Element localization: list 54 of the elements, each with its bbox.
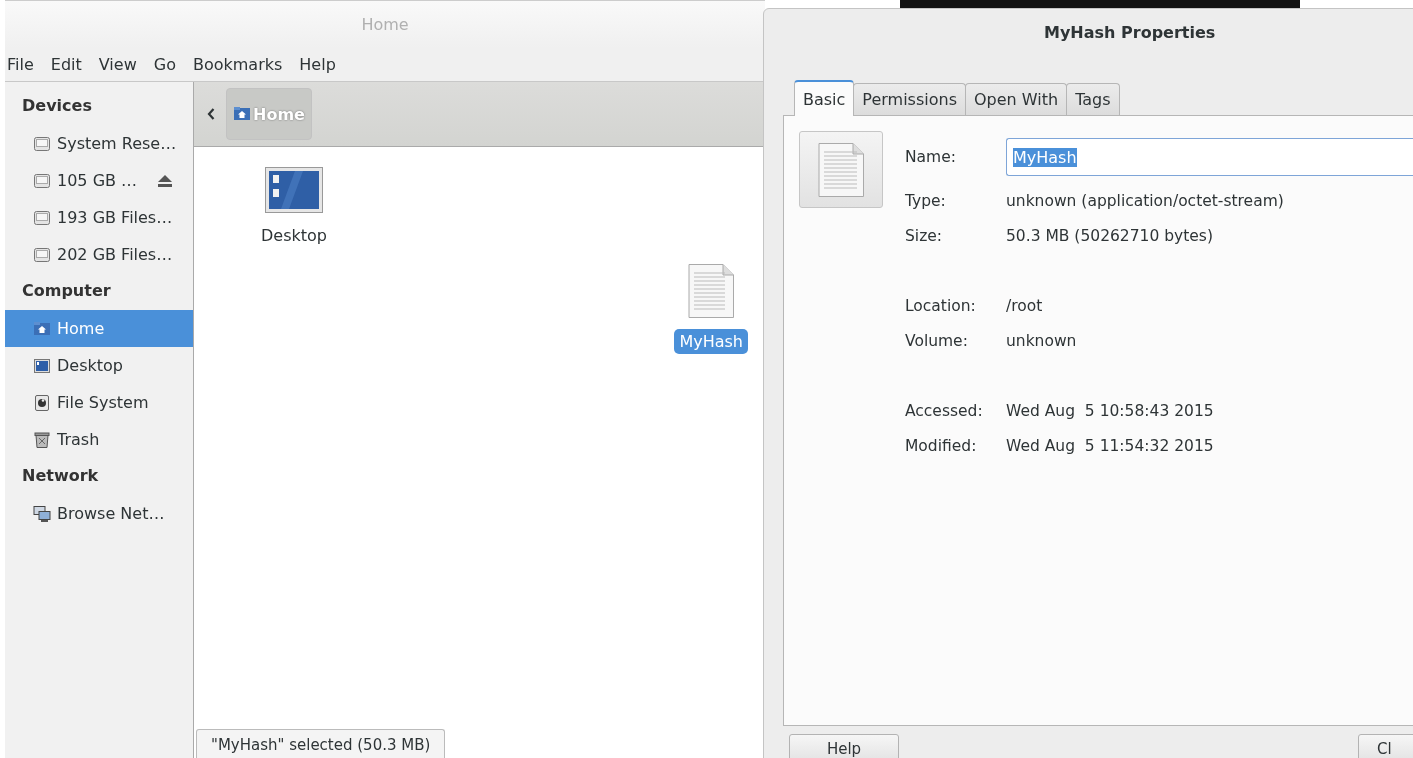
menu-item[interactable]: Help bbox=[292, 55, 344, 74]
tab[interactable]: Open With bbox=[965, 83, 1068, 115]
window-title: Home bbox=[361, 15, 409, 34]
drive-icon bbox=[33, 245, 51, 264]
trash-icon bbox=[33, 430, 51, 449]
document-icon bbox=[687, 263, 736, 319]
field-label: Name: bbox=[905, 147, 957, 168]
property-label: Accessed: bbox=[905, 400, 984, 422]
property-value: /root bbox=[1006, 295, 1044, 317]
drive-icon bbox=[33, 208, 51, 227]
sidebar-item[interactable]: Browse Net… bbox=[5, 495, 193, 532]
desktop-folder-icon bbox=[265, 167, 323, 213]
back-icon[interactable] bbox=[206, 107, 216, 121]
menu-item[interactable]: File bbox=[5, 55, 42, 74]
eject-icon[interactable] bbox=[157, 173, 174, 188]
property-label: Modified: bbox=[905, 435, 978, 457]
dialog-title: MyHash Properties bbox=[1044, 23, 1216, 42]
property-value: 50.3 MB (50262710 bytes) bbox=[1006, 225, 1214, 247]
status-bar: "MyHash" selected (50.3 MB) bbox=[196, 729, 446, 758]
document-icon bbox=[817, 141, 865, 198]
menu-item[interactable]: Edit bbox=[43, 55, 90, 74]
property-label: Type: bbox=[905, 190, 947, 212]
drive-icon bbox=[33, 171, 51, 190]
property-value: unknown bbox=[1006, 330, 1078, 352]
home-folder-icon bbox=[33, 319, 51, 338]
sidebar-item[interactable]: Trash bbox=[5, 421, 193, 458]
menu-item[interactable]: Go bbox=[146, 55, 184, 74]
tab[interactable]: Basic bbox=[794, 80, 855, 116]
property-label: Volume: bbox=[905, 330, 969, 352]
menu-item[interactable]: View bbox=[91, 55, 145, 74]
sidebar-item[interactable]: 202 GB Files… bbox=[5, 236, 193, 273]
network-icon bbox=[33, 504, 51, 523]
tab[interactable]: Tags bbox=[1066, 83, 1120, 115]
sidebar-item[interactable]: File System bbox=[5, 384, 193, 421]
home-folder-icon bbox=[233, 105, 251, 123]
tab[interactable]: Permissions bbox=[853, 83, 966, 115]
property-value: unknown (application/octet-stream) bbox=[1006, 190, 1285, 212]
sidebar-item[interactable]: Desktop bbox=[5, 347, 193, 384]
dialog-button[interactable]: Help bbox=[789, 734, 899, 758]
file-name[interactable]: Desktop bbox=[256, 223, 332, 248]
property-label: Size: bbox=[905, 225, 944, 247]
sidebar-heading: Devices bbox=[21, 94, 93, 117]
sidebar-item[interactable]: 105 GB … bbox=[5, 162, 193, 199]
drive-icon bbox=[33, 134, 51, 153]
menu-item[interactable]: Bookmarks bbox=[185, 55, 291, 74]
sidebar-heading: Computer bbox=[21, 279, 112, 302]
sidebar-item[interactable]: System Rese… bbox=[5, 125, 193, 162]
property-value: Wed Aug 5 10:58:43 2015 bbox=[1006, 400, 1215, 422]
sidebar-heading: Network bbox=[21, 464, 100, 487]
dialog-button[interactable]: Cl bbox=[1358, 734, 1413, 758]
sidebar-item[interactable]: 193 GB Files… bbox=[5, 199, 193, 236]
property-value: Wed Aug 5 11:54:32 2015 bbox=[1006, 435, 1215, 457]
property-label: Location: bbox=[905, 295, 977, 317]
desktop-icon bbox=[33, 356, 51, 375]
